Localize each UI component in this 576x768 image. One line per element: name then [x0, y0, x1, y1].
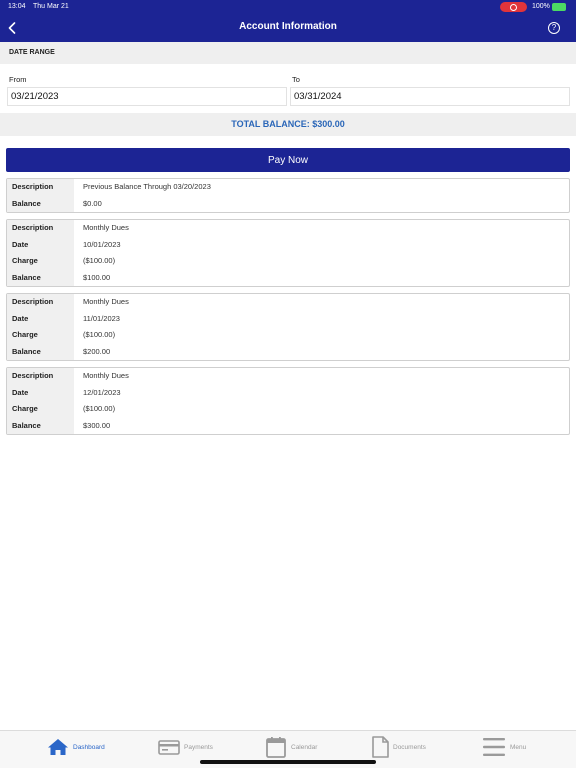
document-icon	[371, 736, 389, 758]
from-label: From	[9, 75, 27, 84]
home-indicator	[200, 760, 376, 764]
field-label: Description	[12, 223, 54, 232]
field-value: 10/01/2023	[83, 239, 121, 249]
field-label: Balance	[12, 272, 41, 282]
transaction-card: Description Date Charge Balance Monthly Dues…	[6, 219, 570, 287]
tab-label: Payments	[184, 743, 213, 751]
transaction-labels: Description Date Charge Balance	[7, 294, 74, 360]
tab-menu[interactable]: Menu	[482, 735, 526, 759]
from-date-input[interactable]	[7, 87, 287, 106]
transaction-values: Previous Balance Through 03/20/2023 $0.00	[74, 179, 569, 212]
from-date-group: From	[7, 75, 287, 106]
field-value: Monthly Dues	[83, 223, 129, 232]
tab-label: Documents	[393, 743, 426, 751]
field-value: Previous Balance Through 03/20/2023	[83, 182, 211, 191]
field-value: ($100.00)	[83, 256, 116, 265]
tab-payments[interactable]: Payments	[158, 735, 213, 759]
transaction-card: Description Date Charge Balance Monthly Dues…	[6, 293, 570, 361]
to-date-input[interactable]	[290, 87, 570, 106]
tab-documents[interactable]: Documents	[371, 735, 426, 759]
field-value: Monthly Dues	[83, 371, 129, 380]
field-value: $200.00	[83, 346, 111, 356]
battery-percent: 100%	[532, 3, 550, 10]
tab-label: Dashboard	[73, 743, 105, 751]
transaction-labels: Description Date Charge Balance	[7, 220, 74, 286]
field-label: Charge	[12, 330, 38, 339]
calendar-icon	[265, 736, 287, 758]
status-time: 13:04	[8, 3, 26, 10]
chevron-left-icon	[8, 22, 16, 34]
tab-dashboard[interactable]: Dashboard	[47, 735, 105, 759]
field-value: Monthly Dues	[83, 297, 129, 306]
field-value: $0.00	[83, 198, 102, 208]
field-label: Date	[12, 239, 29, 249]
tab-label: Calendar	[291, 743, 318, 751]
transaction-labels: Description Balance	[7, 179, 74, 212]
field-value: 12/01/2023	[83, 387, 121, 397]
screen: 13:04 Thu Mar 21 100% Account Informatio…	[0, 0, 576, 768]
transaction-values: Monthly Dues 10/01/2023 ($100.00) $100.00	[74, 220, 569, 286]
battery-icon	[552, 3, 566, 11]
card-icon	[158, 739, 180, 755]
field-value: $100.00	[83, 272, 111, 282]
transaction-card: Description Date Charge Balance Monthly Dues…	[6, 367, 570, 435]
field-value: 11/01/2023	[83, 313, 120, 323]
back-button[interactable]	[4, 18, 20, 38]
home-icon	[47, 738, 69, 756]
tab-calendar[interactable]: Calendar	[265, 735, 317, 759]
header: 13:04 Thu Mar 21 100% Account Informatio…	[0, 0, 576, 42]
to-date-group: To	[290, 75, 570, 106]
total-balance: TOTAL BALANCE: $300.00	[0, 113, 576, 136]
field-label: Balance	[12, 346, 41, 356]
field-label: Description	[12, 297, 54, 306]
transaction-card: Description Balance Previous Balance Throu…	[6, 178, 570, 213]
status-bar: 13:04 Thu Mar 21 100%	[0, 0, 576, 14]
status-date: Thu Mar 21	[33, 3, 69, 10]
menu-icon	[482, 737, 506, 757]
transaction-labels: Description Date Charge Balance	[7, 368, 74, 434]
field-label: Date	[12, 313, 29, 323]
field-label: Balance	[12, 198, 41, 208]
help-icon[interactable]: ?	[548, 22, 560, 34]
field-label: Date	[12, 387, 29, 397]
field-value: ($100.00)	[83, 404, 116, 413]
pay-now-button[interactable]: Pay Now	[6, 148, 570, 172]
page-title: Account Information	[239, 21, 337, 32]
field-label: Description	[12, 182, 54, 191]
field-label: Description	[12, 371, 54, 380]
field-value: ($100.00)	[83, 330, 116, 339]
transaction-values: Monthly Dues 11/01/2023 ($100.00) $200.00	[74, 294, 569, 360]
transaction-values: Monthly Dues 12/01/2023 ($100.00) $300.00	[74, 368, 569, 434]
field-label: Charge	[12, 256, 38, 265]
tab-label: Menu	[510, 743, 527, 751]
field-label: Charge	[12, 404, 38, 413]
field-label: Balance	[12, 420, 41, 430]
date-range-header: DATE RANGE	[0, 42, 576, 64]
to-label: To	[292, 75, 300, 84]
screen-recording-icon	[500, 2, 527, 12]
transaction-list: Description Balance Previous Balance Throu…	[6, 178, 570, 441]
field-value: $300.00	[83, 420, 111, 430]
